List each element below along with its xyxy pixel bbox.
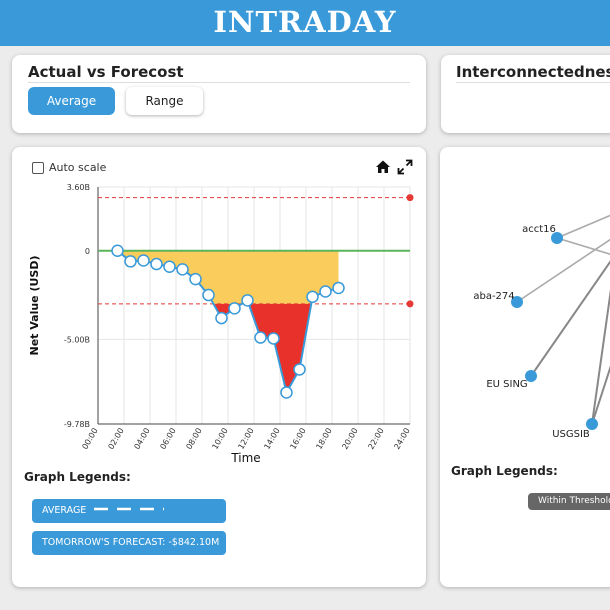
- data-point: [306, 290, 319, 304]
- y-tick-label: -9.78B: [64, 420, 90, 429]
- legend-average: AVERAGE: [32, 499, 226, 523]
- data-point: [124, 255, 137, 268]
- network-edge: [556, 214, 610, 239]
- x-tick-label: 02:00: [106, 427, 125, 451]
- data-point: [215, 311, 228, 325]
- home-icon[interactable]: [375, 159, 391, 175]
- card-divider: [456, 82, 610, 83]
- auto-scale-label: Auto scale: [49, 161, 107, 174]
- net-value-chart: 3.60B 0 -5.00B -9.78B00:00 02:00 04:00 06:00 08…: [28, 183, 414, 465]
- x-tick-label: 16:00: [288, 427, 307, 451]
- x-axis-label: Time: [230, 451, 260, 465]
- page-title: INTRADAY: [213, 5, 397, 39]
- graph-legends-title: Graph Legends:: [24, 470, 131, 484]
- data-point: [228, 302, 241, 315]
- data-point: [267, 332, 280, 345]
- range-button[interactable]: Range: [126, 87, 203, 115]
- data-point: [280, 386, 293, 399]
- x-tick-label: 06:00: [158, 427, 177, 451]
- x-tick-label: 20:00: [340, 427, 359, 451]
- node-label-aba-274: aba-274: [473, 291, 514, 302]
- actual-vs-forecast-title: Actual vs Forecost: [28, 63, 184, 81]
- y-tick-label: -5.00B: [64, 335, 90, 344]
- intraday-chart-card: Auto scale 3.60B 0 -5.00B -9.78B 00:00 02:00 0…: [12, 147, 426, 587]
- y-axis-label: Net Value (USD): [28, 255, 41, 355]
- expand-icon[interactable]: [397, 159, 413, 175]
- data-point: [150, 257, 163, 271]
- x-tick-label: 12:00: [236, 427, 255, 451]
- data-point: [137, 254, 150, 267]
- app-header: INTRADAY: [0, 0, 610, 46]
- x-tick-label: 08:00: [184, 427, 203, 451]
- average-button[interactable]: Average: [28, 87, 115, 115]
- node-label-usgsib: USGSIB: [552, 429, 590, 440]
- network-graph: acct16 aba-274 EU SING USGSIB: [473, 214, 610, 440]
- data-point: [254, 331, 267, 344]
- node-label-acct16: acct16: [522, 224, 556, 235]
- node-label-eu-sing: EU SING: [486, 379, 527, 390]
- data-point: [189, 272, 202, 286]
- upper-threshold-marker: [406, 194, 414, 202]
- y-tick-label: 0: [85, 247, 90, 256]
- x-tick-label: 18:00: [314, 427, 333, 451]
- data-point: [332, 281, 345, 295]
- data-point: [202, 288, 215, 302]
- lower-threshold-marker: [406, 300, 414, 308]
- data-point: [163, 260, 176, 273]
- interconnectedness-title: Interconnectedness: [456, 63, 610, 81]
- data-point: [111, 244, 124, 258]
- data-point: [319, 285, 332, 298]
- interconnectedness-card: Interconnectedness: [441, 55, 610, 133]
- y-tick-label: 3.60B: [67, 183, 90, 192]
- graph-legends-title: Graph Legends:: [451, 464, 558, 478]
- interconnectedness-network-card: acct16 aba-274 EU SING USGSIB Graph Lege…: [440, 147, 610, 587]
- x-tick-label: 04:00: [132, 427, 151, 451]
- x-tick-label: 22:00: [366, 427, 385, 451]
- x-tick-label: 00:00: [80, 427, 99, 451]
- checkbox-icon[interactable]: [32, 162, 44, 174]
- dashed-line-icon: [94, 507, 164, 511]
- data-point: [241, 294, 254, 307]
- data-point: [176, 263, 189, 276]
- network-edge: [591, 289, 610, 425]
- data-point: [293, 363, 306, 376]
- x-tick-label: 24:00: [392, 427, 411, 451]
- x-tick-label: 10:00: [210, 427, 229, 451]
- network-edge: [556, 237, 610, 255]
- network-edge: [530, 260, 610, 377]
- x-tick-label: 14:00: [262, 427, 281, 451]
- legend-average-label: AVERAGE: [42, 505, 87, 516]
- legend-forecast: TOMORROW'S FORECAST: -$842.10M: [32, 531, 226, 555]
- within-threshold-badge: Within Threshold: [528, 493, 610, 510]
- actual-vs-forecast-card: Actual vs Forecost Average Range: [12, 55, 426, 133]
- card-divider: [28, 82, 410, 83]
